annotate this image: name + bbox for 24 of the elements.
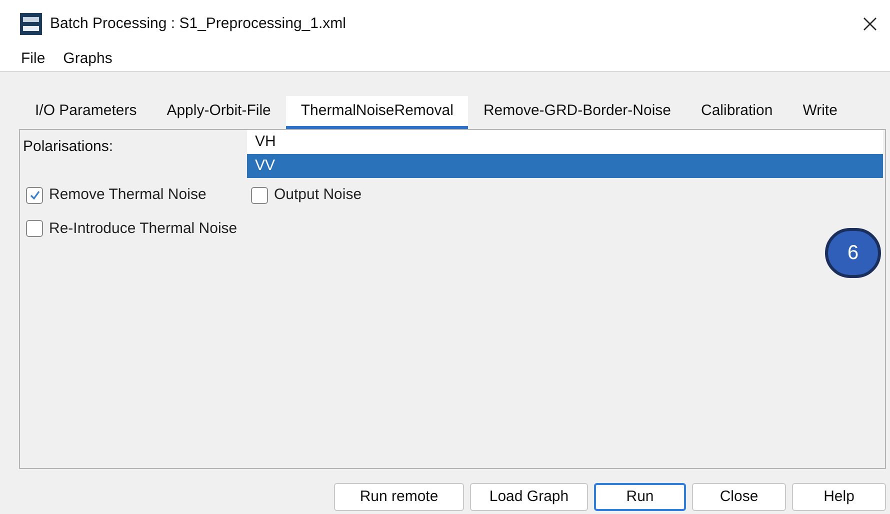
tab[interactable]: Write: [788, 96, 852, 129]
dialog-button[interactable]: Close: [692, 483, 786, 511]
menu-item[interactable]: Graphs: [54, 48, 122, 71]
tab[interactable]: Remove-GRD-Border-Noise: [468, 96, 686, 129]
checkbox[interactable]: [26, 220, 43, 238]
checkbox-label: Re-Introduce Thermal Noise: [49, 218, 238, 238]
dialog-button[interactable]: Run: [594, 483, 686, 511]
app-logo-icon: [20, 13, 42, 35]
dialog-button[interactable]: Help: [792, 483, 886, 511]
dialog-button[interactable]: Load Graph: [470, 483, 588, 511]
checkmark-icon: [28, 189, 40, 202]
checkbox-label: Output Noise: [274, 185, 362, 205]
checkbox-label: Remove Thermal Noise: [49, 185, 206, 205]
field-label: Polarisations:: [22, 137, 114, 157]
checkbox[interactable]: [251, 186, 268, 204]
tab[interactable]: Calibration: [686, 96, 788, 129]
tab[interactable]: Apply-Orbit-File: [152, 96, 286, 129]
dialog-button[interactable]: Run remote: [334, 483, 464, 511]
checkbox[interactable]: [26, 186, 43, 204]
tab[interactable]: I/O Parameters: [20, 96, 152, 129]
menu-item[interactable]: File: [12, 48, 54, 71]
tab[interactable]: ThermalNoiseRemoval: [286, 96, 468, 129]
window-title: Batch Processing : S1_Preprocessing_1.xml: [50, 14, 346, 34]
list-item[interactable]: VV: [247, 154, 883, 178]
